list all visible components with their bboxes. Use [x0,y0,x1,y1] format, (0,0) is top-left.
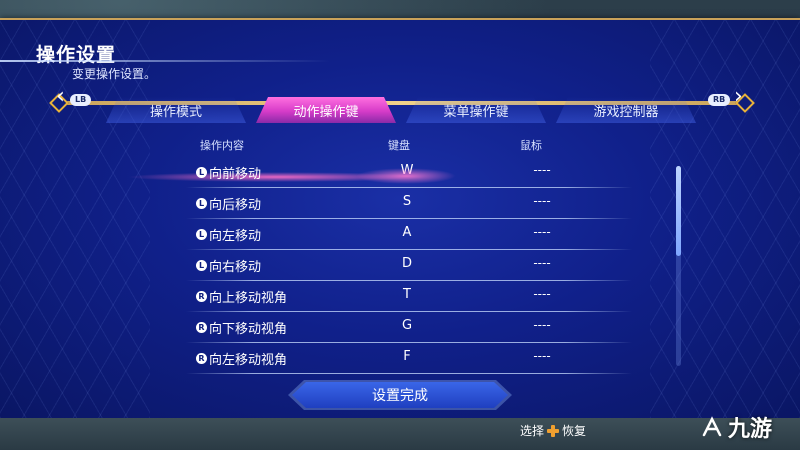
select-hint-label: 选择 [520,424,545,438]
row-divider [186,373,632,374]
tab-menu-keys[interactable]: 菜单操作键 [406,97,546,123]
row-divider [186,311,632,312]
action-label: 向前移动 [209,167,262,182]
row-divider [186,249,632,250]
tab-label: 操作模式 [149,104,202,120]
keyboard-binding[interactable]: A [392,225,422,240]
dpad-icon [547,424,560,437]
lb-button-label: LB [70,94,92,106]
page-title: 操作设置 [36,44,117,66]
action-cell: L 向后移动 [196,194,261,213]
mouse-binding[interactable]: ---- [522,194,562,208]
mouse-binding[interactable]: ---- [522,318,562,332]
table-row[interactable]: L 向右移动 D ---- [186,251,632,281]
tab-control-mode[interactable]: 操作模式 [106,97,246,123]
action-cell: R 向上移动视角 [196,287,287,306]
row-divider [186,280,632,281]
mouse-binding[interactable]: ---- [522,349,562,363]
action-cell: L 向右移动 [196,256,261,275]
scrollbar-thumb[interactable] [676,166,681,256]
column-header-mouse: 鼠标 [520,139,542,152]
mouse-binding[interactable]: ---- [522,225,562,239]
left-stick-icon: L [196,229,207,240]
next-tab-bumper[interactable]: RB › [706,84,746,114]
scrollbar-track[interactable] [676,166,681,366]
keyboard-binding[interactable]: D [392,256,422,271]
table-row[interactable]: R 向上移动视角 T ---- [186,282,632,312]
action-label: 向左移动 [209,229,262,244]
keyboard-binding[interactable]: S [392,194,422,209]
table-row[interactable]: L 向左移动 A ---- [186,220,632,250]
row-divider [186,187,632,188]
right-stick-icon: R [196,291,207,302]
right-stick-icon: R [196,322,207,333]
chevron-left-icon: ‹ [56,84,65,109]
rb-button-label: RB [708,94,731,106]
button-hints: 选择 恢复 [520,422,586,439]
table-row[interactable]: R 向下移动视角 G ---- [186,313,632,343]
table-row[interactable]: L 向前移动 W ---- [126,158,632,188]
action-label: 向下移动视角 [209,322,288,337]
action-label: 向上移动视角 [209,291,288,306]
chevron-right-icon: › [734,84,743,109]
column-header-keyboard: 键盘 [388,139,410,152]
bottom-background [0,418,800,450]
keyboard-binding[interactable]: W [392,163,422,178]
left-stick-icon: L [196,167,207,178]
table-row[interactable]: R 向左移动视角 F ---- [186,344,632,374]
table-row[interactable]: L 向后移动 S ---- [186,189,632,219]
action-label: 向左移动视角 [209,353,288,368]
row-divider [186,218,632,219]
title-underline [0,60,330,62]
site-watermark: 九游 [700,404,800,450]
action-cell: R 向下移动视角 [196,318,287,337]
watermark-text: 九游 [728,417,773,442]
finish-settings-label: 设置完成 [372,388,428,404]
tab-label: 游戏控制器 [593,104,659,120]
tab-action-keys[interactable]: 动作操作键 [256,97,396,123]
row-divider [186,342,632,343]
prev-tab-bumper[interactable]: ‹ LB [56,84,96,114]
tab-game-controller[interactable]: 游戏控制器 [556,97,696,123]
action-cell: R 向左移动视角 [196,349,287,368]
nine-game-logo-icon [702,416,722,437]
restore-hint-label: 恢复 [562,424,587,438]
left-stick-icon: L [196,198,207,209]
left-stick-icon: L [196,260,207,271]
action-cell: L 向前移动 [196,163,261,182]
action-label: 向后移动 [209,198,262,213]
finish-settings-button[interactable]: 设置完成 [292,382,508,408]
keyboard-binding[interactable]: G [392,318,422,333]
action-label: 向右移动 [209,260,262,275]
mouse-binding[interactable]: ---- [522,256,562,270]
right-stick-icon: R [196,353,207,364]
column-header-action: 操作内容 [200,139,244,152]
tab-label: 菜单操作键 [443,104,509,120]
tab-label: 动作操作键 [293,104,359,120]
mouse-binding[interactable]: ---- [522,163,562,177]
action-cell: L 向左移动 [196,225,261,244]
keyboard-binding[interactable]: T [392,287,422,302]
mouse-binding[interactable]: ---- [522,287,562,301]
page-subtitle: 变更操作设置。 [72,67,157,81]
keyboard-binding[interactable]: F [392,349,422,364]
